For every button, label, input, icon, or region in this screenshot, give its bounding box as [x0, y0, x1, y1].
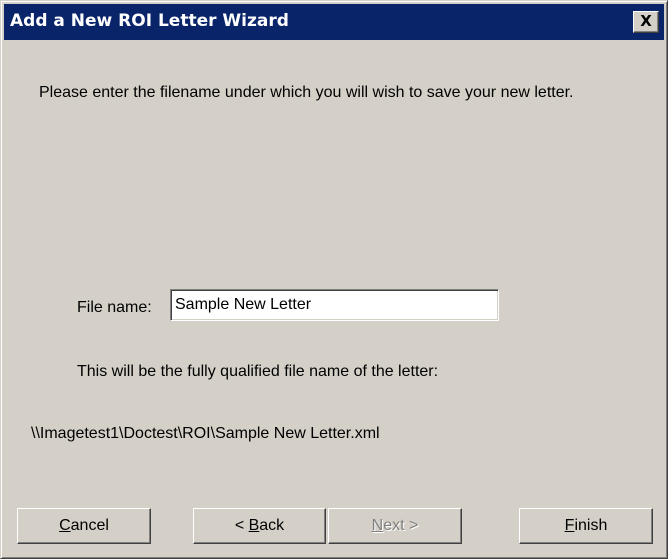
qualified-name-label: This will be the fully qualified file na… [77, 363, 439, 380]
file-name-label: File name: [77, 299, 152, 316]
cancel-button[interactable]: Cancel [17, 508, 151, 544]
finish-label: inish [574, 517, 608, 534]
qualified-file-path: \\Imagetest1\Doctest\ROI\Sample New Lett… [31, 425, 380, 442]
close-button[interactable]: X [633, 11, 659, 33]
next-mnemonic: N [371, 517, 384, 534]
window-title: Add a New ROI Letter Wizard [10, 11, 289, 31]
instruction-text: Please enter the filename under which yo… [39, 84, 574, 101]
back-button[interactable]: < Back [193, 508, 326, 544]
finish-mnemonic: F [564, 517, 575, 534]
wizard-dialog: Add a New ROI Letter Wizard X Please ent… [0, 0, 668, 559]
cancel-label: ancel [70, 517, 109, 534]
back-label: ack [259, 517, 285, 534]
finish-button[interactable]: Finish [519, 508, 653, 544]
file-name-input[interactable] [170, 289, 499, 321]
cancel-mnemonic: C [59, 517, 71, 534]
back-mnemonic: B [248, 517, 260, 534]
next-button[interactable]: Next > [328, 508, 462, 544]
back-arrow: < [234, 517, 249, 534]
next-label: ext > [383, 517, 419, 534]
title-bar[interactable]: Add a New ROI Letter Wizard X [4, 4, 664, 40]
close-icon: X [640, 12, 652, 30]
